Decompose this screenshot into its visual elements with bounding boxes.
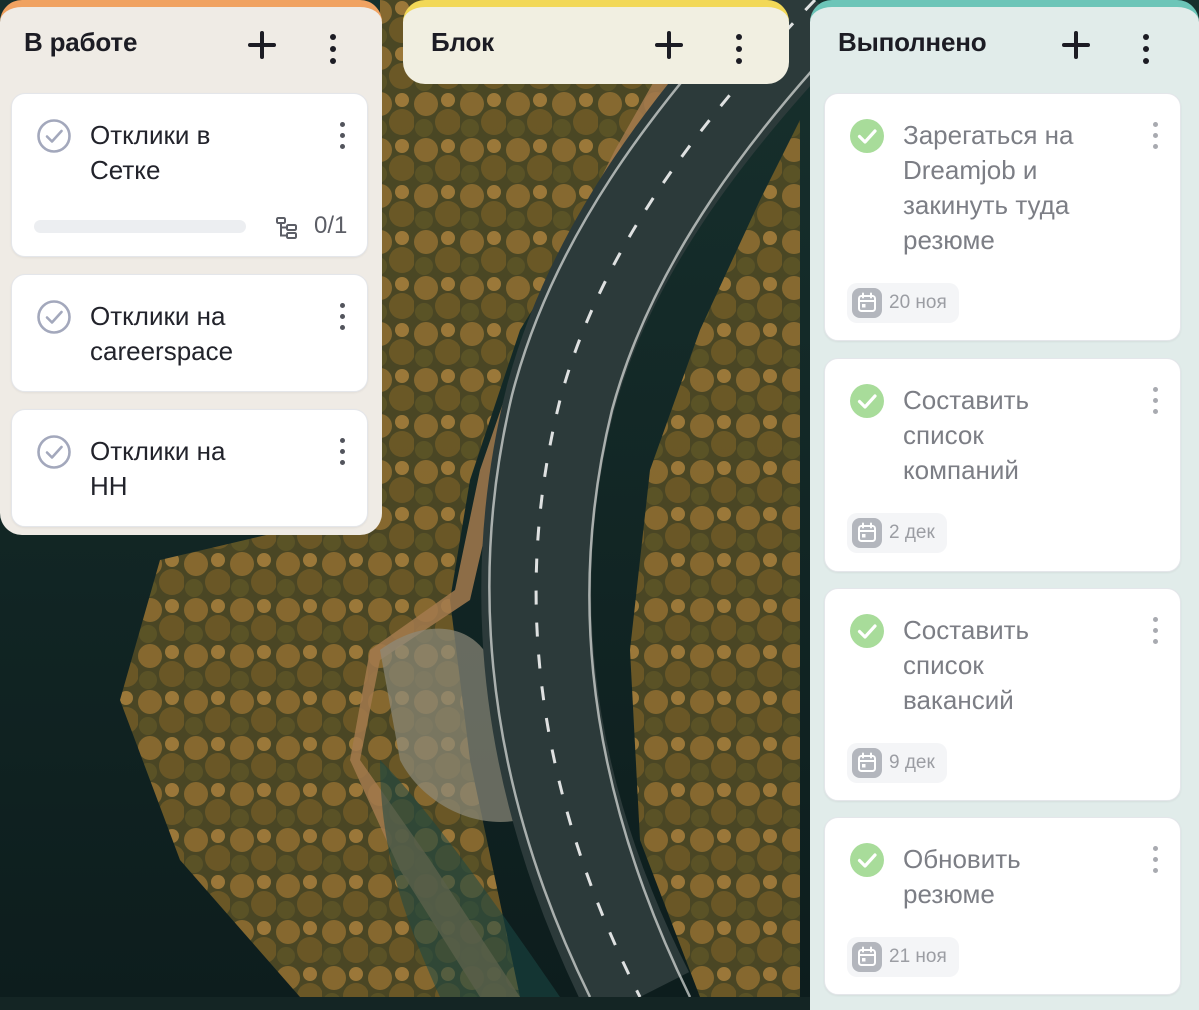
task-card[interactable]: Зарегаться на Dreamjob и закинуть туда р… [824,93,1181,341]
task-title: Отклики в Сетке [90,118,210,188]
task-title-line: список [903,420,984,450]
column-menu-kebab-icon[interactable] [732,34,746,70]
card-menu-kebab-icon[interactable] [1148,846,1162,876]
task-card[interactable]: Составить список компаний 2 дек [824,358,1181,572]
calendar-icon [852,748,882,778]
task-title-line: резюме [903,225,995,255]
task-title: Отклики на careerspace [90,299,233,369]
due-date-text: 21 ноя [889,946,947,967]
task-title-line: Сетке [90,155,161,185]
task-title-line: Составить [903,385,1030,415]
check-circle-outline-icon[interactable] [36,118,72,154]
task-title-line: Dreamjob и [903,155,1038,185]
add-task-plus-icon[interactable] [246,29,278,61]
check-circle-filled-icon[interactable] [849,383,885,419]
task-title-line: закинуть туда [903,190,1070,220]
task-title-line: careerspace [90,336,234,366]
task-title-line: Зарегаться на [903,120,1074,150]
task-title: Зарегаться на Dreamjob и закинуть туда р… [903,118,1073,258]
due-date-badge: 21 ноя [847,937,959,977]
calendar-icon [852,288,882,318]
card-menu-kebab-icon[interactable] [335,122,349,152]
task-title-line: Отклики на [90,301,226,331]
task-card[interactable]: Отклики в Сетке 0/1 [11,93,368,257]
card-menu-kebab-icon[interactable] [335,303,349,333]
task-card[interactable]: Обновить резюме 21 ноя [824,817,1181,995]
progress-bar [34,220,246,233]
card-menu-kebab-icon[interactable] [1148,387,1162,417]
column-menu-kebab-icon[interactable] [1139,34,1153,70]
calendar-icon [852,518,882,548]
due-date-text: 2 дек [889,522,935,543]
task-title-line: НН [90,471,128,501]
check-circle-outline-icon[interactable] [36,434,72,470]
task-card[interactable]: Отклики на careerspace [11,274,368,392]
column-header: Выполнено [810,7,1199,83]
due-date-text: 20 ноя [889,292,947,313]
task-title: Обновить резюме [903,842,1021,912]
due-date-badge: 20 ноя [847,283,959,323]
add-task-plus-icon[interactable] [653,29,685,61]
due-date-badge: 2 дек [847,513,947,553]
check-circle-outline-icon[interactable] [36,299,72,335]
column-done: Выполнено Зарегаться на Dreamjob и закин… [810,0,1199,1010]
task-title-line: резюме [903,879,995,909]
column-title: Блок [431,27,494,57]
add-task-plus-icon[interactable] [1060,29,1092,61]
column-blocked: Блок [403,0,789,84]
task-title: Составить список компаний [903,383,1029,488]
check-circle-filled-icon[interactable] [849,613,885,649]
task-card[interactable]: Отклики на НН [11,409,368,527]
task-title-line: Обновить [903,844,1021,874]
card-menu-kebab-icon[interactable] [335,438,349,468]
column-title: В работе [24,27,138,57]
column-menu-kebab-icon[interactable] [326,34,340,70]
task-title: Отклики на НН [90,434,225,504]
column-in-progress: В работе Отклики в Сетке 0/1 Отклики на … [0,0,382,535]
check-circle-filled-icon[interactable] [849,842,885,878]
check-circle-filled-icon[interactable] [849,118,885,154]
task-card[interactable]: Составить список вакансий 9 дек [824,588,1181,801]
task-title: Составить список вакансий [903,613,1029,718]
calendar-icon [852,942,882,972]
column-title: Выполнено [838,27,987,57]
due-date-text: 9 дек [889,752,935,773]
due-date-badge: 9 дек [847,743,947,783]
column-header: В работе [0,7,382,83]
column-header: Блок [403,7,789,83]
subtasks-tree-icon [276,217,297,239]
task-title-line: список [903,650,984,680]
task-title-line: Отклики в [90,120,211,150]
card-menu-kebab-icon[interactable] [1148,122,1162,152]
task-title-line: Составить [903,615,1030,645]
card-menu-kebab-icon[interactable] [1148,617,1162,647]
task-title-line: компаний [903,455,1019,485]
task-title-line: вакансий [903,685,1014,715]
task-title-line: Отклики на [90,436,226,466]
subtask-count: 0/1 [314,212,348,239]
